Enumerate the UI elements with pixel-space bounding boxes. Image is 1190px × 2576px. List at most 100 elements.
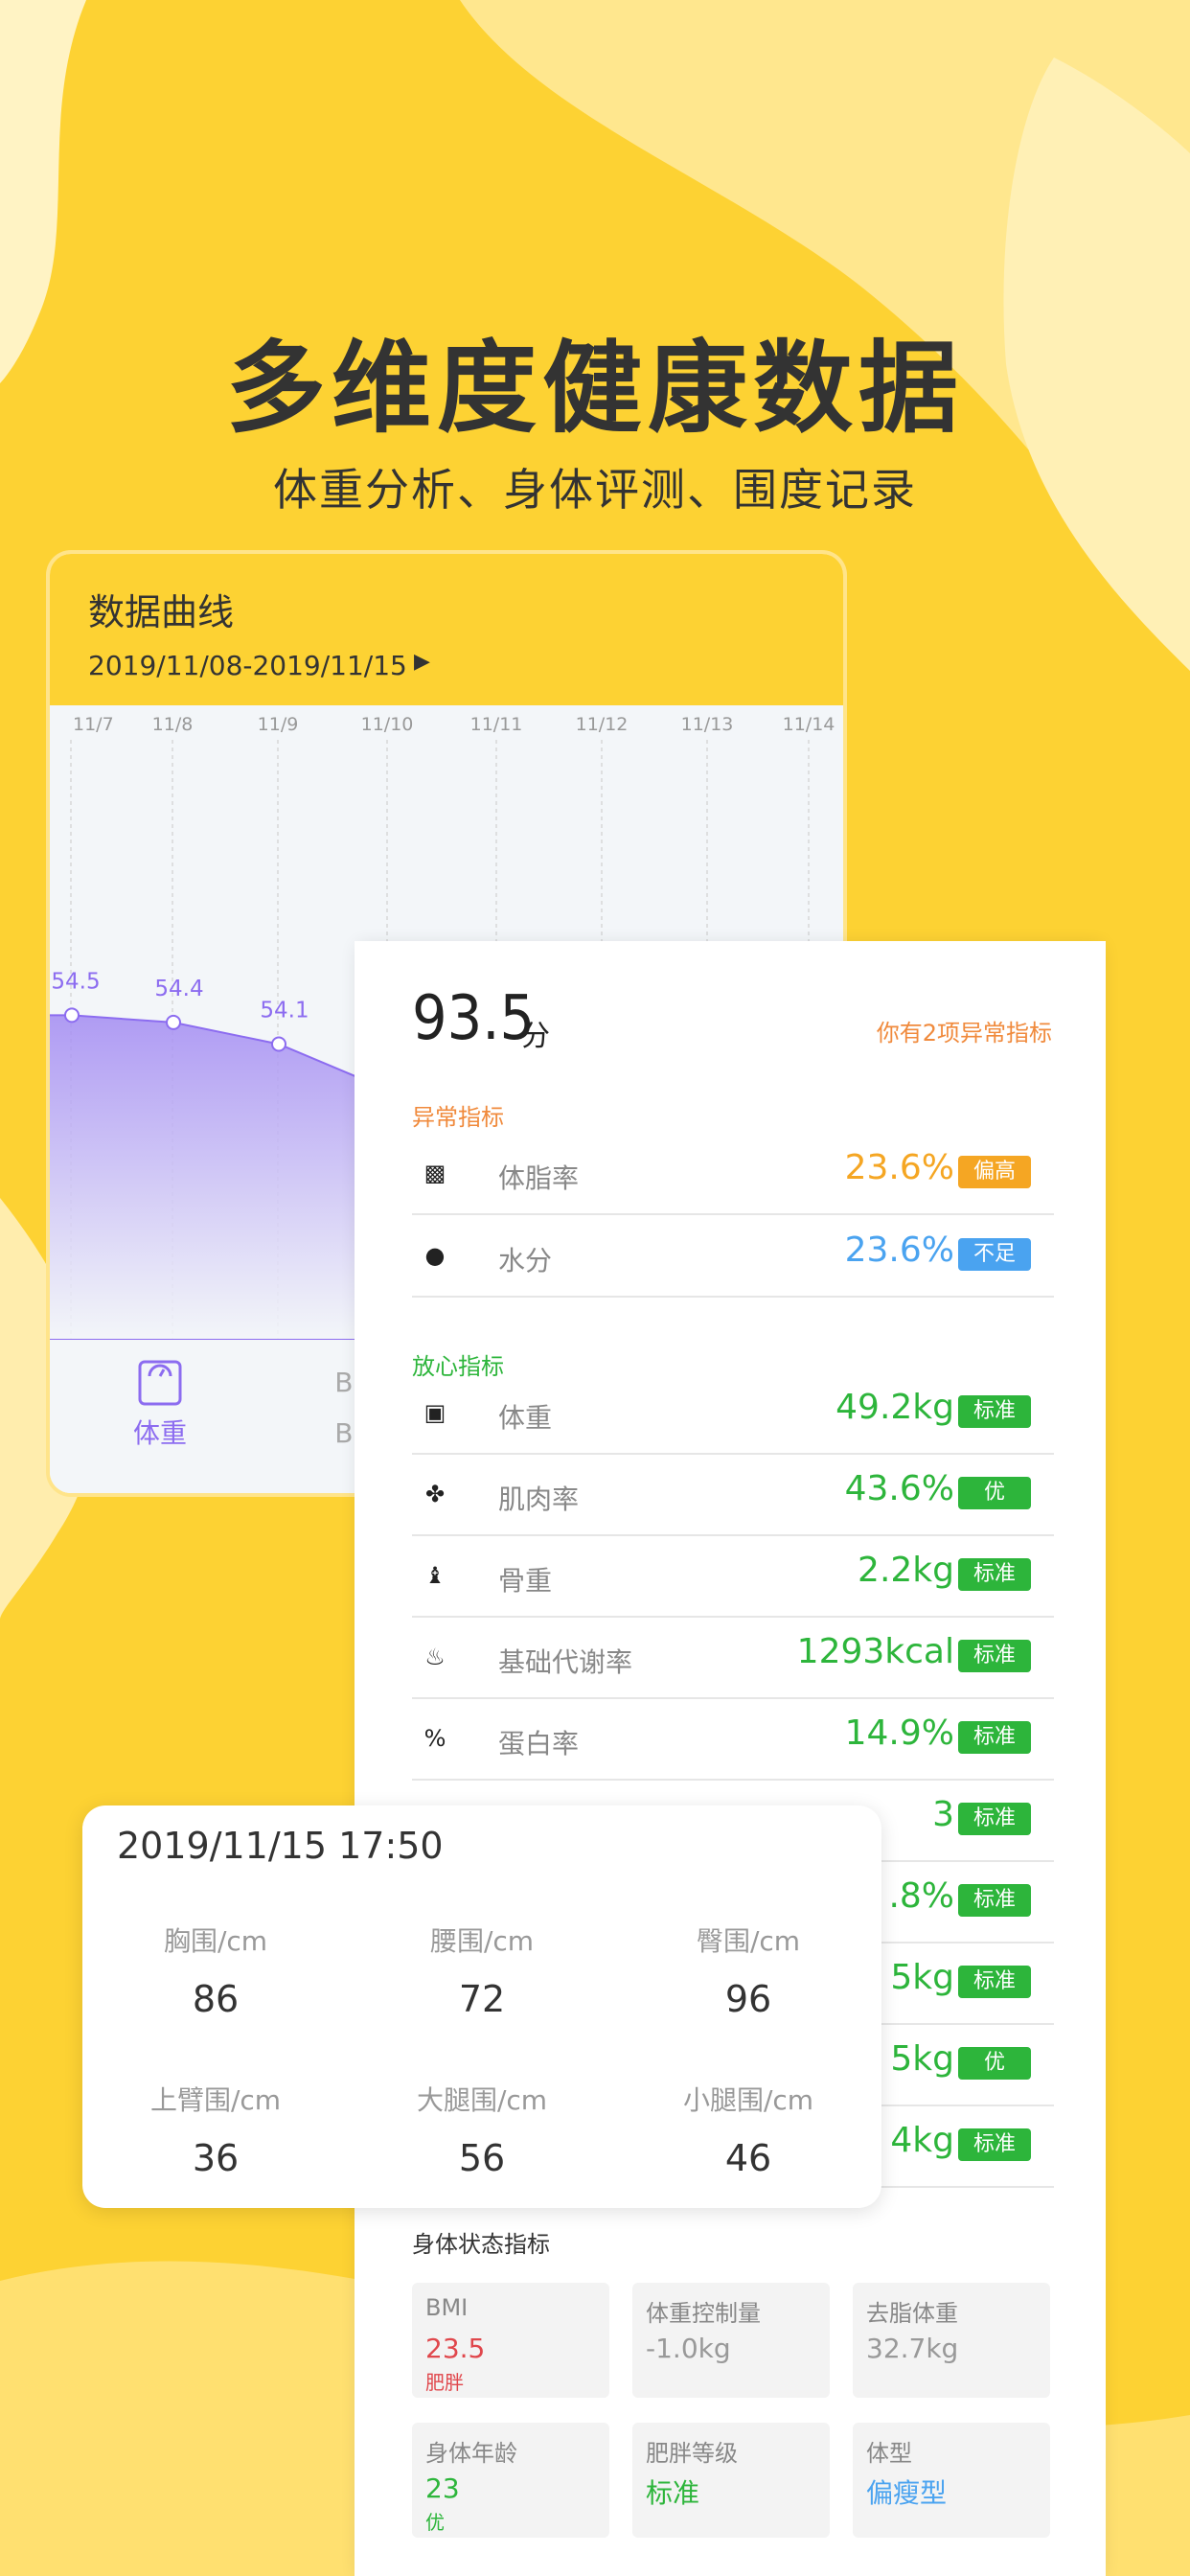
- status-badge: 标准: [958, 1395, 1031, 1428]
- data-point[interactable]: [64, 1007, 80, 1024]
- tile-label: 体型: [866, 2440, 912, 2467]
- girth-value: 96: [724, 1978, 772, 2020]
- girth-label: 小腿围/cm: [682, 2084, 814, 2116]
- girth-measurement: 大腿围/cm 56: [349, 2080, 615, 2179]
- normal-row[interactable]: % 蛋白率 14.9% 标准: [412, 1698, 1054, 1781]
- metric-label: 体脂率: [498, 1162, 580, 1194]
- girth-label: 大腿围/cm: [416, 2084, 548, 2116]
- tab-weight[interactable]: 体重: [107, 1359, 213, 1451]
- tile-value: 偏瘦型: [866, 2477, 948, 2509]
- tile-label: BMI: [425, 2294, 469, 2321]
- metric-value: 5kg: [890, 1958, 954, 1997]
- data-point[interactable]: [166, 1014, 181, 1030]
- status-badge: 标准: [958, 1803, 1031, 1835]
- girth-record-card: 2019/11/15 17:50 胸围/cm 86 腰围/cm 72 臀围/cm 96 上臂…: [82, 1806, 881, 2208]
- date-range-arrow-icon[interactable]: ▶: [414, 650, 430, 674]
- tile-value: 23.5: [425, 2333, 486, 2364]
- status-tile[interactable]: 体型 偏瘦型: [853, 2423, 1050, 2538]
- tile-label: 体重控制量: [646, 2300, 761, 2327]
- abnormal-section-label: 异常指标: [412, 1104, 504, 1131]
- status-tile[interactable]: 去脂体重 32.7kg: [853, 2283, 1050, 2398]
- tile-label: 肥胖等级: [646, 2440, 738, 2467]
- page-subheadline: 体重分析、身体评测、围度记录: [273, 464, 917, 516]
- tile-label: 身体年龄: [425, 2440, 517, 2467]
- abnormal-count-note: 你有2项异常指标: [876, 1020, 1052, 1046]
- girth-value: 86: [192, 1978, 240, 2020]
- status-tile[interactable]: 肥胖等级 标准: [632, 2423, 830, 2538]
- tile-value: 32.7kg: [866, 2333, 959, 2364]
- data-label: 54.4: [154, 977, 203, 1001]
- x-tick-label: 11/10: [361, 714, 414, 735]
- status-badge: 优: [958, 1477, 1031, 1509]
- data-point[interactable]: [271, 1036, 286, 1052]
- data-label: 54.1: [260, 998, 309, 1023]
- tile-label: 去脂体重: [866, 2300, 958, 2327]
- status-badge: 标准: [958, 1721, 1031, 1754]
- tile-sub: 肥胖: [425, 2371, 464, 2394]
- metric-value: 49.2kg: [835, 1388, 954, 1427]
- page-headline: 多维度健康数据: [225, 330, 964, 447]
- normal-row[interactable]: ✤ 肌肉率 43.6% 优: [412, 1454, 1054, 1536]
- abnormal-row[interactable]: ▩ 体脂率 23.6% 偏高: [412, 1133, 1054, 1215]
- metric-value: 5kg: [890, 2039, 954, 2079]
- girth-measurement: 臀围/cm 96: [615, 1920, 881, 2020]
- body-status-title: 身体状态指标: [412, 2231, 550, 2258]
- metric-label: 基础代谢率: [498, 1646, 633, 1678]
- x-tick-label: 11/14: [783, 714, 835, 735]
- tab-weight-label: 体重: [132, 1417, 187, 1449]
- metric-label: 骨重: [498, 1565, 553, 1597]
- abnormal-row[interactable]: ● 水分 23.6% 不足: [412, 1215, 1054, 1298]
- status-tile[interactable]: 体重控制量 -1.0kg: [632, 2283, 830, 2398]
- status-badge: 标准: [958, 1966, 1031, 1998]
- status-tile[interactable]: BMI 23.5 肥胖: [412, 2283, 609, 2398]
- health-score: 93.5: [412, 983, 536, 1054]
- tile-value: 23: [425, 2472, 460, 2504]
- chart-title: 数据曲线: [88, 591, 235, 633]
- normal-row[interactable]: ▣ 体重 49.2kg 标准: [412, 1372, 1054, 1455]
- girth-value: 36: [192, 2137, 240, 2179]
- x-tick-label: 11/8: [152, 714, 194, 735]
- status-badge: 偏高: [958, 1156, 1031, 1188]
- x-tick-label: 11/12: [576, 714, 629, 735]
- tile-sub: 优: [425, 2511, 445, 2534]
- girth-label: 上臂围/cm: [149, 2084, 282, 2116]
- chart-card-header: 数据曲线 2019/11/08-2019/11/15 ▶: [50, 554, 843, 705]
- girth-value: 72: [458, 1978, 506, 2020]
- data-label: 54.5: [51, 969, 100, 994]
- metric-value: 3: [932, 1795, 954, 1834]
- score-unit: 分: [521, 1020, 550, 1053]
- fat-grid-icon: ▩: [423, 1160, 446, 1186]
- date-range[interactable]: 2019/11/08-2019/11/15: [88, 650, 407, 681]
- tile-value: -1.0kg: [646, 2333, 731, 2364]
- metric-value: 2.2kg: [858, 1551, 954, 1590]
- metric-label: 水分: [498, 1245, 553, 1276]
- girth-value: 46: [724, 2137, 772, 2179]
- percent-icon: %: [423, 1725, 446, 1752]
- status-badge: 标准: [958, 1884, 1031, 1917]
- girth-measurement: 上臂围/cm 36: [82, 2080, 349, 2179]
- health-report-card: 93.5 分 你有2项异常指标 异常指标 放心指标 身体状态指标 ▩ 体脂率 23.…: [358, 945, 1102, 2576]
- metric-value: 1293kcal: [796, 1632, 954, 1671]
- metric-value: 4kg: [890, 2121, 954, 2160]
- x-tick-label: 11/7: [73, 714, 114, 735]
- flame-icon: ♨: [424, 1644, 446, 1670]
- metric-value: 23.6%: [844, 1148, 954, 1187]
- status-badge: 标准: [958, 2128, 1031, 2161]
- status-badge: 标准: [958, 1640, 1031, 1672]
- girth-value: 56: [458, 2137, 506, 2179]
- x-tick-label: 11/11: [470, 714, 523, 735]
- normal-row[interactable]: ♨ 基础代谢率 1293kcal 标准: [412, 1617, 1054, 1699]
- x-tick-label: 11/9: [258, 714, 299, 735]
- muscle-icon: ✤: [424, 1481, 446, 1507]
- tile-value: 标准: [646, 2477, 700, 2509]
- bone-icon: ♝: [424, 1562, 446, 1589]
- metric-label: 蛋白率: [498, 1728, 580, 1760]
- status-tile[interactable]: 身体年龄 23 优: [412, 2423, 609, 2538]
- metric-value: 23.6%: [844, 1230, 954, 1270]
- metric-value: 14.9%: [844, 1714, 954, 1753]
- measure-timestamp: 2019/11/15 17:50: [117, 1825, 444, 1867]
- normal-row[interactable]: ♝ 骨重 2.2kg 标准: [412, 1535, 1054, 1618]
- status-badge: 优: [958, 2047, 1031, 2080]
- girth-label: 腰围/cm: [429, 1925, 535, 1957]
- status-badge: 不足: [958, 1238, 1031, 1271]
